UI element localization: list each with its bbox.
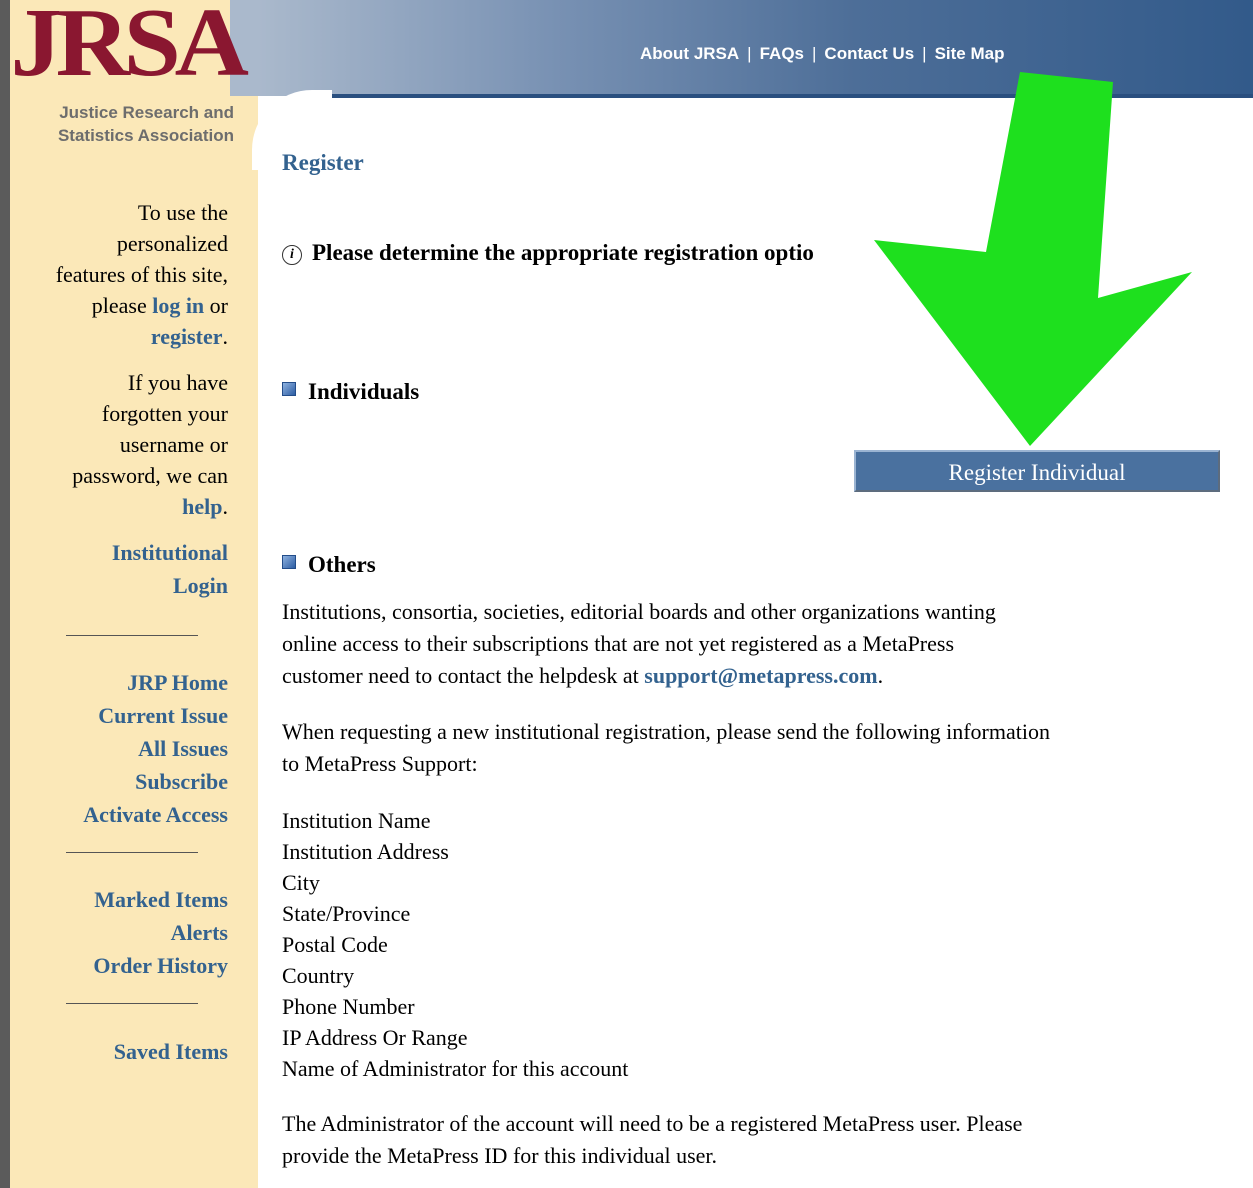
sidebar-item-subscribe[interactable]: Subscribe bbox=[83, 765, 228, 798]
green-down-arrow-icon bbox=[874, 72, 1192, 446]
individuals-heading: Individuals bbox=[282, 379, 419, 405]
help-link[interactable]: help bbox=[182, 494, 222, 519]
list-item: Phone Number bbox=[282, 994, 415, 1019]
required-fields-list: Institution Name Institution Address Cit… bbox=[282, 805, 628, 1084]
sidebar-nav-group-1: JRP Home Current Issue All Issues Subscr… bbox=[83, 666, 228, 831]
sidebar-nav-group-2: Marked Items Alerts Order History bbox=[93, 883, 228, 982]
sidebar-item-marked-items[interactable]: Marked Items bbox=[93, 883, 228, 916]
sidebar-divider bbox=[66, 852, 198, 853]
sidebar-item-all-issues[interactable]: All Issues bbox=[83, 732, 228, 765]
sidebar-item-order-history[interactable]: Order History bbox=[93, 949, 228, 982]
sidebar-divider bbox=[66, 635, 198, 636]
admin-paragraph: The Administrator of the account will ne… bbox=[282, 1111, 1023, 1168]
forgot-prompt: If you have forgotten your username or p… bbox=[72, 370, 228, 519]
square-bullet-icon bbox=[282, 555, 296, 569]
list-item: Institution Name bbox=[282, 808, 431, 833]
sidebar-nav-group-3: Saved Items bbox=[114, 1035, 228, 1068]
nav-faqs[interactable]: FAQs bbox=[760, 44, 804, 63]
log-in-link[interactable]: log in bbox=[152, 293, 204, 318]
info-icon: i bbox=[282, 245, 302, 265]
nav-site-map[interactable]: Site Map bbox=[935, 44, 1005, 63]
header-underline bbox=[295, 94, 1253, 98]
list-item: Country bbox=[282, 963, 355, 988]
info-message: i Please determine the appropriate regist… bbox=[282, 240, 814, 266]
others-paragraph: Institutions, consortia, societies, edit… bbox=[282, 599, 996, 688]
nav-about-jrsa[interactable]: About JRSA bbox=[640, 44, 739, 63]
nav-contact-us[interactable]: Contact Us bbox=[824, 44, 914, 63]
list-item: Institution Address bbox=[282, 839, 449, 864]
register-link[interactable]: register bbox=[151, 324, 223, 349]
square-bullet-icon bbox=[282, 382, 296, 396]
sidebar-item-activate-access[interactable]: Activate Access bbox=[83, 798, 228, 831]
list-item: Postal Code bbox=[282, 932, 388, 957]
left-border bbox=[0, 0, 10, 1188]
list-item: State/Province bbox=[282, 901, 411, 926]
sidebar-divider bbox=[66, 1003, 198, 1004]
jrsa-logo[interactable]: JRSA bbox=[10, 0, 248, 92]
list-item: IP Address Or Range bbox=[282, 1025, 468, 1050]
page-title: Register bbox=[282, 150, 364, 175]
others-heading: Others bbox=[282, 552, 376, 578]
logo-subtitle: Justice Research and Statistics Associat… bbox=[57, 103, 234, 145]
sidebar-item-alerts[interactable]: Alerts bbox=[93, 916, 228, 949]
login-prompt: To use the personalized features of this… bbox=[55, 200, 228, 349]
request-paragraph: When requesting a new institutional regi… bbox=[282, 719, 1050, 776]
top-navigation: About JRSA | FAQs | Contact Us | Site Map bbox=[640, 44, 1005, 63]
register-individual-button[interactable]: Register Individual bbox=[854, 450, 1220, 492]
sidebar-item-jrp-home[interactable]: JRP Home bbox=[83, 666, 228, 699]
list-item: City bbox=[282, 870, 320, 895]
list-item: Name of Administrator for this account bbox=[282, 1056, 629, 1081]
institutional-login-link[interactable]: Institutional Login bbox=[112, 536, 228, 602]
sidebar-item-current-issue[interactable]: Current Issue bbox=[83, 699, 228, 732]
sidebar-item-saved-items[interactable]: Saved Items bbox=[114, 1035, 228, 1068]
support-email-link[interactable]: support@metapress.com bbox=[644, 663, 877, 688]
